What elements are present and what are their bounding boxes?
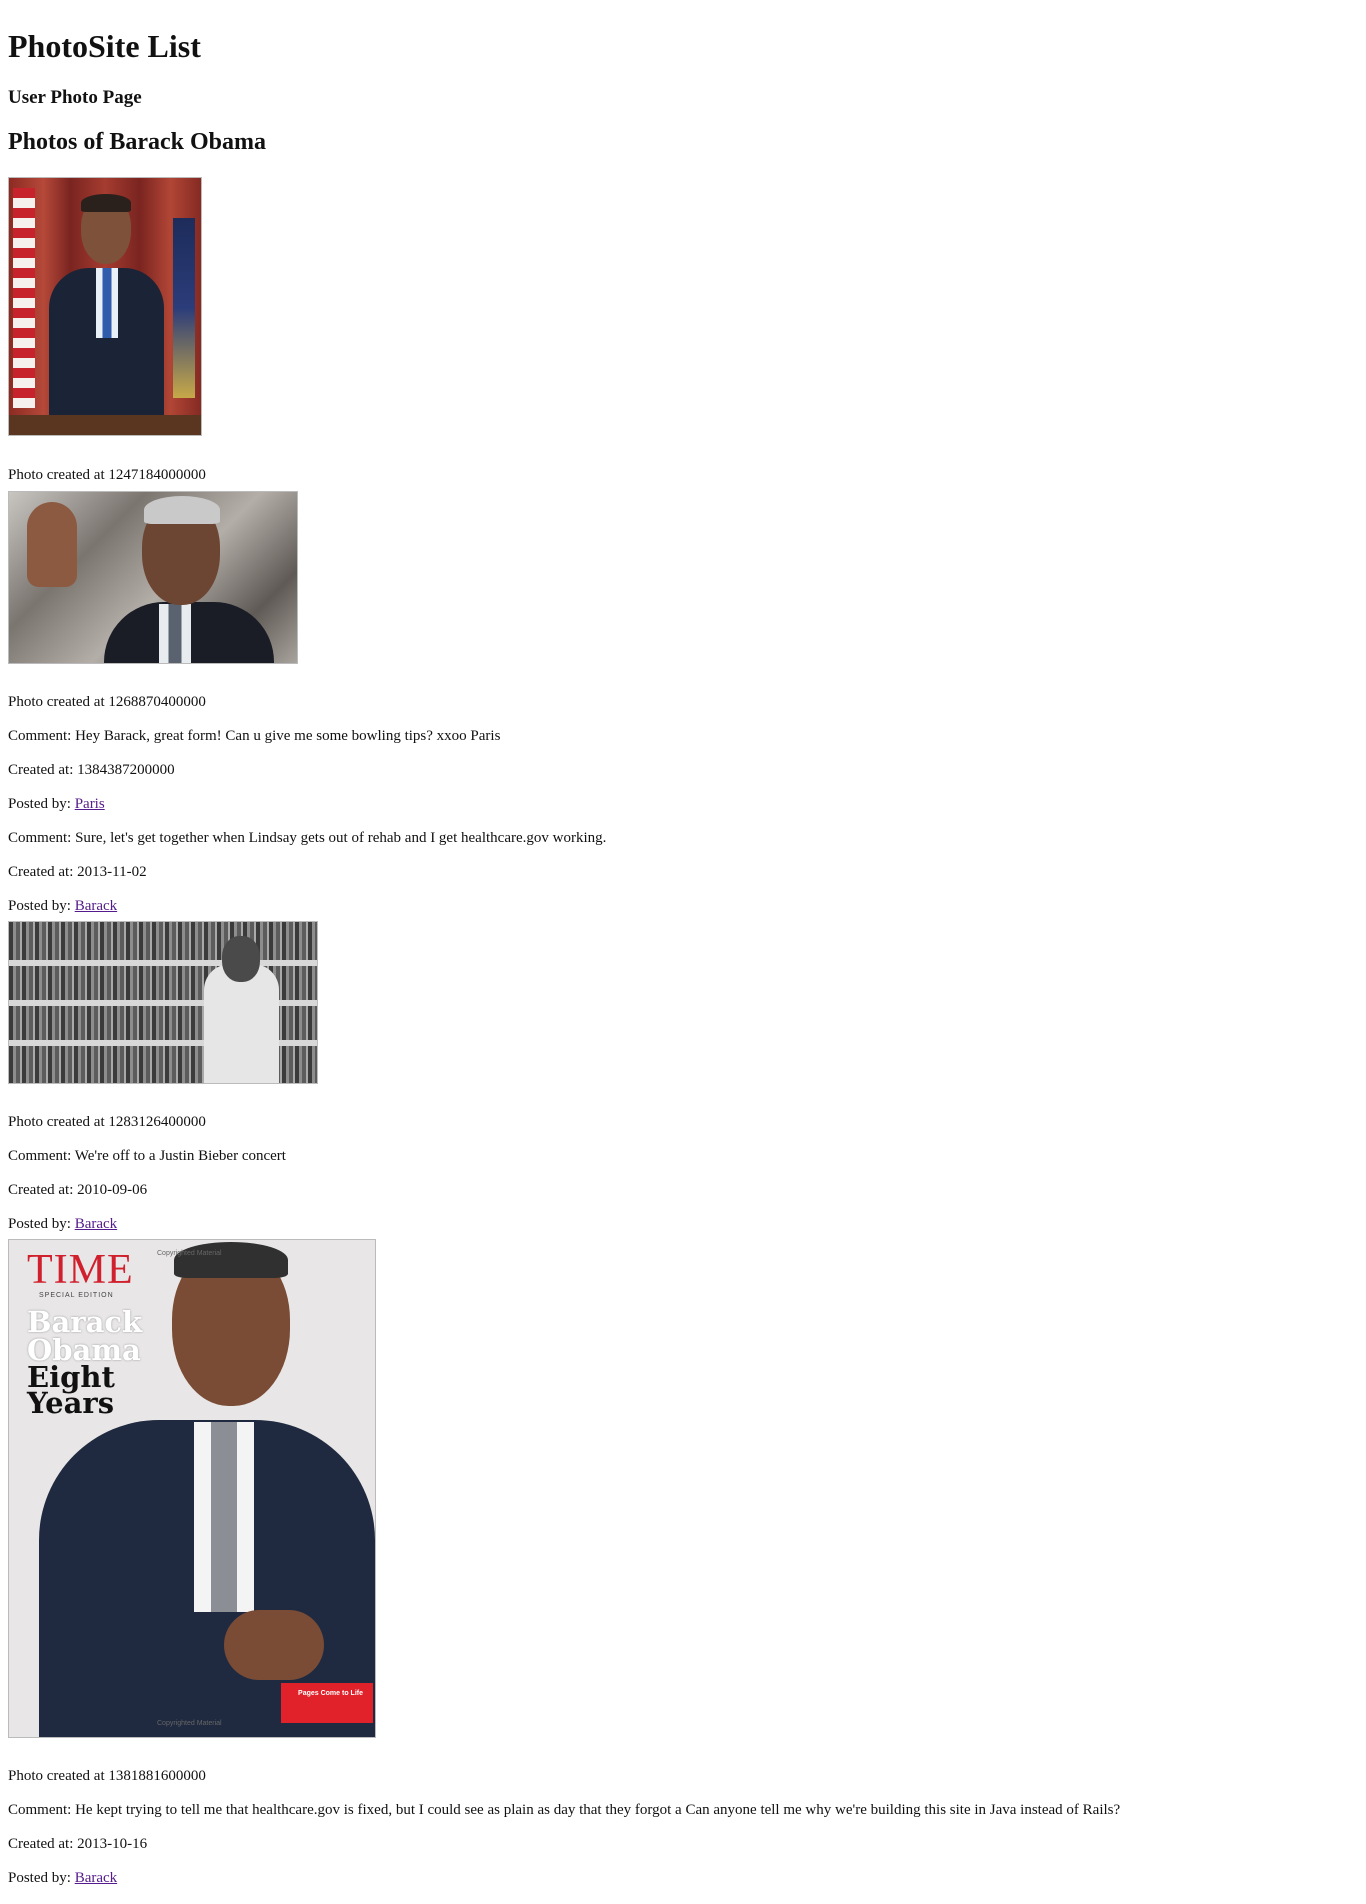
- user-link-barack[interactable]: Barack: [75, 898, 117, 914]
- user-link-barack[interactable]: Barack: [75, 1870, 117, 1886]
- cover-headline-years: Eight Years: [27, 1360, 115, 1420]
- time-masthead: TIME: [27, 1247, 134, 1293]
- hair: [144, 496, 220, 524]
- badge-text: Pages Come to Life: [298, 1690, 363, 1697]
- hair: [174, 1242, 288, 1278]
- copyright-top: Copyrighted Material: [157, 1250, 222, 1257]
- cover-headline-name: Barack Obama: [27, 1305, 143, 1367]
- photo-3-created: Photo created at 1283126400000: [8, 1114, 206, 1130]
- photo-2-comment-1-posted-by: Posted by: Paris: [8, 794, 105, 814]
- shirt-tie: [159, 604, 191, 663]
- desk: [9, 415, 201, 435]
- photo-4-comment-1-posted-by: Posted by: Barack: [8, 1868, 117, 1888]
- bookshelf: [9, 960, 317, 966]
- special-edition-label: SPECIAL EDITION: [39, 1292, 114, 1299]
- photo-2-comment-1-created: Created at: 1384387200000: [8, 762, 175, 778]
- photo-3-comment-1-created: Created at: 2010-09-06: [8, 1182, 148, 1198]
- photo-2-image: [8, 491, 298, 664]
- shirt-tie: [96, 268, 118, 338]
- person: [204, 964, 279, 1083]
- photo-2-created: Photo created at 1268870400000: [8, 694, 206, 710]
- waving-hand: [27, 502, 77, 587]
- hair: [81, 194, 131, 212]
- photo-3-comment-1-posted-by: Posted by: Barack: [8, 1214, 117, 1234]
- photo-3-comment-1-text: Comment: We're off to a Justin Bieber co…: [8, 1148, 286, 1164]
- copyright-bottom: Copyrighted Material: [157, 1720, 222, 1727]
- posted-by-label: Posted by:: [8, 898, 71, 914]
- photo-1-created: Photo created at 1247184000000: [8, 467, 206, 483]
- photo-2-comment-2-text: Comment: Sure, let's get together when L…: [8, 830, 607, 846]
- photo-2-comment-1-text: Comment: Hey Barack, great form! Can u g…: [8, 728, 501, 744]
- photo-2-comment-2-created: Created at: 2013-11-02: [8, 864, 147, 880]
- head: [222, 936, 260, 982]
- user-link-paris[interactable]: Paris: [75, 796, 105, 812]
- photo-2-comment-2-posted-by: Posted by: Barack: [8, 896, 117, 916]
- user-link-barack[interactable]: Barack: [75, 1216, 117, 1232]
- photo-3-image: [8, 921, 318, 1084]
- page-subtitle: User Photo Page: [8, 87, 142, 108]
- posted-by-label: Posted by:: [8, 1870, 71, 1886]
- posted-by-label: Posted by:: [8, 1216, 71, 1232]
- photo-4-created: Photo created at 1381881600000: [8, 1768, 206, 1784]
- page-title: Photos of Barack Obama: [8, 129, 266, 155]
- presidential-flag: [173, 218, 195, 398]
- posted-by-label: Posted by:: [8, 796, 71, 812]
- photo-4-comment-1-text: Comment: He kept trying to tell me that …: [8, 1802, 1121, 1818]
- red-badge: [281, 1683, 373, 1723]
- app-title: PhotoSite List: [8, 28, 201, 64]
- clasped-hands: [224, 1610, 324, 1680]
- photo-4-image: TIME SPECIAL EDITION Barack Obama Eight Ye…: [8, 1239, 376, 1738]
- shirt-tie: [194, 1422, 254, 1612]
- american-flag: [13, 188, 35, 408]
- photo-1-image: [8, 177, 202, 436]
- photo-4-comment-1-created: Created at: 2013-10-16: [8, 1836, 148, 1852]
